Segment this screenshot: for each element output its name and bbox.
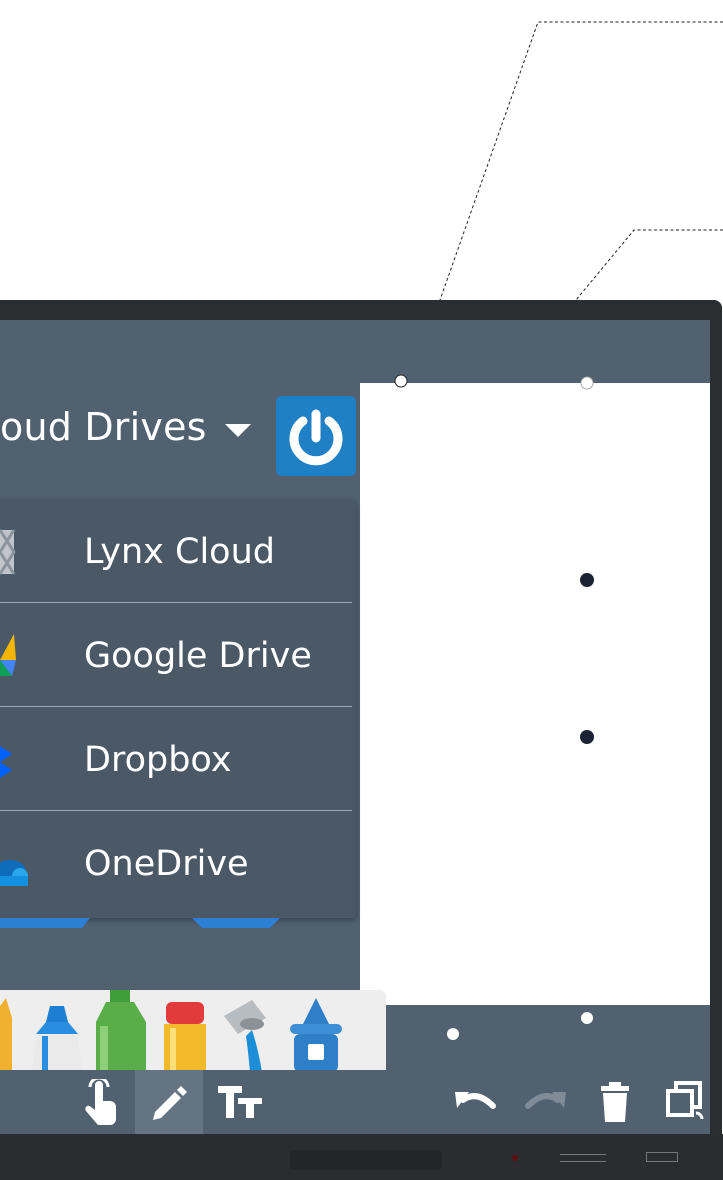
power-icon [289, 409, 343, 466]
touch-tool-button[interactable] [66, 1070, 134, 1134]
front-ports [560, 1154, 606, 1162]
whiteboard-canvas[interactable] [360, 383, 710, 1005]
blue-marker-icon[interactable] [28, 1006, 86, 1072]
menu-item-label: Dropbox [84, 740, 232, 780]
power-button[interactable] [276, 396, 356, 476]
menu-item-label: Google Drive [84, 636, 312, 676]
power-led [512, 1155, 518, 1161]
copy-page-icon [666, 1081, 704, 1120]
text-tool-button[interactable] [206, 1070, 274, 1134]
pen-tool-button[interactable] [135, 1070, 203, 1134]
dropbox-icon [0, 746, 12, 778]
trash-button[interactable] [581, 1070, 649, 1134]
marker-tray [0, 990, 386, 1072]
redo-icon [525, 1092, 566, 1109]
hidden-tool-icons [0, 918, 280, 928]
red-yellow-marker-icon[interactable] [162, 1002, 208, 1072]
lynx-cloud-icon [0, 529, 16, 575]
trash-icon [601, 1082, 629, 1122]
menu-item-lynx-cloud[interactable]: Lynx Cloud [0, 500, 352, 603]
paint-bucket-icon[interactable] [222, 1000, 274, 1072]
touch-icon [85, 1079, 116, 1125]
google-drive-icon [0, 634, 16, 676]
text-icon [218, 1086, 262, 1118]
shape-stamp-icon[interactable] [286, 998, 346, 1072]
bottom-bezel [0, 1134, 723, 1180]
cloud-drives-dropdown[interactable]: oud Drives [0, 405, 251, 449]
bottom-toolbar [0, 1070, 710, 1134]
menu-item-label: Lynx Cloud [84, 532, 275, 572]
menu-item-onedrive[interactable]: OneDrive [0, 812, 352, 915]
highlighter-icon[interactable] [0, 998, 20, 1072]
onedrive-icon [0, 860, 28, 886]
menu-item-google-drive[interactable]: Google Drive [0, 604, 352, 707]
menu-item-label: OneDrive [84, 844, 249, 884]
pen-icon [153, 1086, 187, 1120]
usb-ports [646, 1152, 678, 1162]
redo-button[interactable] [512, 1070, 580, 1134]
speaker-grille [290, 1150, 442, 1170]
caret-down-icon [224, 423, 251, 437]
copy-page-button[interactable] [651, 1070, 719, 1134]
cloud-drives-menu: Lynx Cloud Google Drive Dropbox OneDrive [0, 500, 356, 918]
undo-icon [455, 1092, 496, 1109]
green-marker-icon[interactable] [94, 990, 150, 1072]
menu-item-dropbox[interactable]: Dropbox [0, 708, 352, 811]
cloud-drives-label: oud Drives [0, 405, 207, 449]
undo-button[interactable] [441, 1070, 509, 1134]
